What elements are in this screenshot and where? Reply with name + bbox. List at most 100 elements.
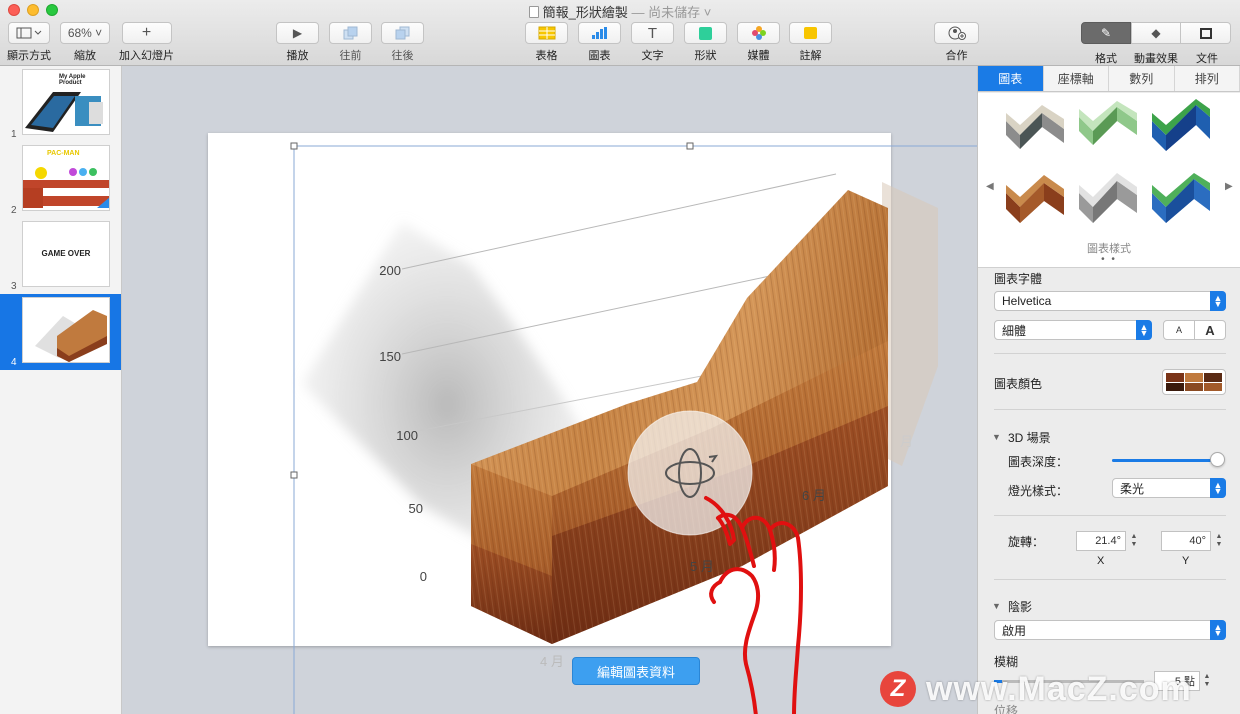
rotation-x-stepper[interactable]: ▲ ▼ [1129,531,1139,551]
chevron-updown-icon: ▲ ▼ [1136,320,1152,340]
toolbar: 簡報_形狀繪製 — 尚未儲存 ˅ 顯示方式 68% ˅ 縮放 + 加入幻燈片 ▶… [0,0,1240,66]
selection-handle[interactable] [290,142,298,150]
collaborate-label: 合作 [945,50,968,62]
format-button[interactable]: ✎ [1081,22,1131,44]
comment-button[interactable] [789,22,832,44]
shape-button[interactable] [684,22,727,44]
backward-control[interactable]: 往後 [381,22,424,63]
view-button[interactable] [8,22,50,44]
comment-control[interactable]: 註解 [789,22,832,63]
add-slide-control[interactable]: + 加入幻燈片 [119,22,174,63]
slide-number: 1 [11,129,17,140]
slide-thumbnail-row[interactable]: GAME OVER 3 [0,218,121,294]
tab-series[interactable]: 數列 [1109,66,1175,91]
shadow-value: 啟用 [1002,623,1027,638]
comment-icon [804,27,817,39]
media-label: 媒體 [747,50,770,62]
slide-thumbnail-row-selected[interactable]: 4 [0,294,121,370]
play-icon: ▶ [292,26,303,40]
play-button[interactable]: ▶ [276,22,319,44]
slide-thumbnail[interactable] [22,297,110,363]
play-control[interactable]: ▶ 播放 [276,22,319,63]
chart-3d[interactable]: 0 50 100 150 200 4 月 5 月 6 月 月 [122,66,977,714]
bring-forward-button[interactable] [329,22,372,44]
zoom-control[interactable]: 68% ˅ 縮放 [60,22,110,63]
disclosure-triangle-icon[interactable]: ▼ [992,601,1001,611]
shape-label: 形狀 [694,50,717,62]
chevron-updown-icon: ▲ ▼ [1210,478,1226,498]
collaborate-control[interactable]: 合作 [934,22,979,63]
chart-depth-slider[interactable] [1112,452,1226,468]
slide-thumbnail-row[interactable]: PAC-MAN 2 [0,142,121,218]
chart-button[interactable] [578,22,621,44]
inspector-tabs: 圖表 座標軸 數列 排列 [978,66,1240,92]
y-tick-label: 150 [379,349,401,364]
diamond-icon: ◆ [1151,26,1161,40]
rotation-y-stepper[interactable]: ▲ ▼ [1214,531,1224,551]
slider-knob[interactable] [1209,452,1225,467]
view-control[interactable]: 顯示方式 [7,22,51,63]
zoom-label: 縮放 [74,50,96,62]
inspector-segment: ✎ ◆ [1081,22,1231,44]
add-slide-button[interactable]: + [121,22,172,44]
rotation-x-field[interactable]: 21.4° [1076,531,1126,551]
table-control[interactable]: 表格 [525,22,568,63]
decrease-font-size-button[interactable]: A [1163,320,1195,340]
backward-label: 往後 [391,50,414,62]
chevron-right-icon[interactable]: ▶ [1225,181,1233,192]
y-caption: Y [1182,555,1190,567]
text-button[interactable]: T [631,22,674,44]
x-category-label: 6 月 [802,488,826,503]
divider [994,515,1226,516]
chart-style-green-light[interactable] [1075,99,1141,157]
slide-number: 2 [11,205,17,216]
chevron-left-icon[interactable]: ◀ [986,181,994,192]
tab-axes[interactable]: 座標軸 [1044,66,1109,91]
slide-thumbnail[interactable]: My Apple Product [22,69,110,135]
rotation-y-field[interactable]: 40° [1161,531,1211,551]
forward-label: 往前 [339,50,362,62]
save-state[interactable]: 尚未儲存 [648,5,700,20]
slide-thumbnail[interactable]: GAME OVER [22,221,110,287]
slide-canvas[interactable]: 0 50 100 150 200 4 月 5 月 6 月 月 編輯圖表資料 [122,66,977,714]
media-control[interactable]: 媒體 [737,22,780,63]
selection-handle[interactable] [686,142,694,150]
page-indicator[interactable]: • • [978,254,1240,265]
zoom-button[interactable]: 68% ˅ [60,22,110,44]
tab-chart[interactable]: 圖表 [978,66,1044,91]
chart-style-silver[interactable] [1075,171,1141,229]
animate-button[interactable]: ◆ [1131,22,1181,44]
font-weight-popup[interactable]: 細體 ▲ ▼ [994,320,1152,340]
increase-font-size-button[interactable]: A [1194,320,1226,340]
collaborate-button[interactable] [934,22,979,44]
chart-style-wood[interactable] [1002,171,1068,229]
table-button[interactable] [525,22,568,44]
forward-control[interactable]: 往前 [329,22,372,63]
slide-caption: My Apple Product [59,74,86,86]
edit-chart-data-button[interactable]: 編輯圖表資料 [572,657,700,685]
collaborate-icon [948,26,966,40]
text-control[interactable]: T 文字 [631,22,674,63]
document-icon [528,6,539,18]
chart-control[interactable]: 圖表 [578,22,621,63]
media-button[interactable] [737,22,780,44]
shadow-popup[interactable]: 啟用 ▲ ▼ [994,620,1226,640]
shape-control[interactable]: 形狀 [684,22,727,63]
chart-back-face [882,182,938,466]
chart-style-blue-green[interactable] [1148,171,1214,229]
slider-fill [1112,459,1217,462]
document-button[interactable] [1181,22,1231,44]
disclosure-triangle-icon[interactable]: ▼ [992,432,1001,442]
chart-style-green-blue[interactable] [1148,99,1214,157]
chart-style-marble[interactable] [1002,99,1068,157]
send-backward-button[interactable] [381,22,424,44]
tab-arrange[interactable]: 排列 [1175,66,1240,91]
selection-handle[interactable] [290,471,298,479]
font-family-popup[interactable]: Helvetica ▲ ▼ [994,291,1226,311]
chart-colors-swatch-button[interactable] [1162,369,1226,395]
window-title: 簡報_形狀繪製 — 尚未儲存 ˅ [0,2,1240,21]
slide-thumbnail-row[interactable]: My Apple Product 1 [0,66,121,142]
lighting-style-popup[interactable]: 柔光 ▲ ▼ [1112,478,1226,498]
slide-navigator: My Apple Product 1 PAC-MAN 2 GAME OVER 3 [0,66,122,714]
slide-thumbnail[interactable]: PAC-MAN [22,145,110,211]
